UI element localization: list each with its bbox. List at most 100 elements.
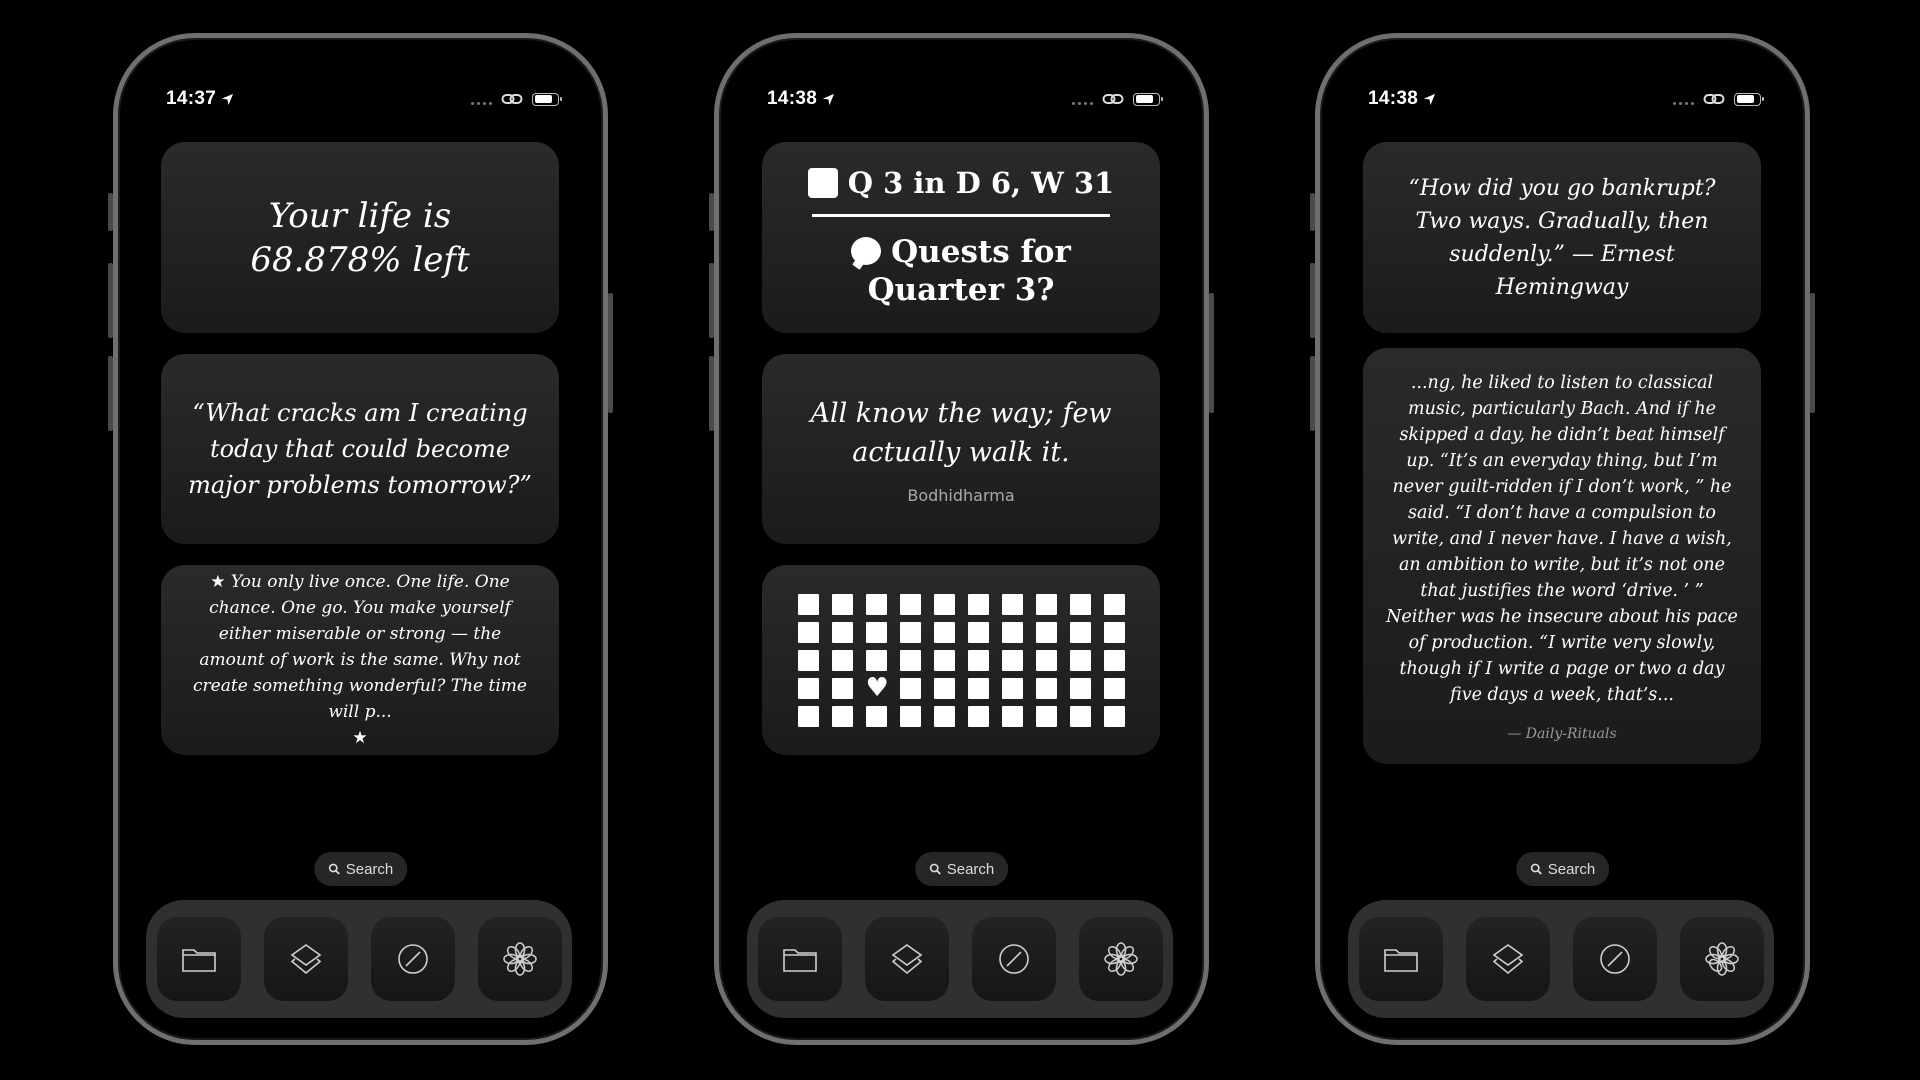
- bodhidharma-author: Bodhidharma: [907, 485, 1015, 505]
- cracks-quote-widget[interactable]: “What cracks am I creating today that co…: [161, 354, 559, 544]
- grid-cell: [967, 621, 989, 643]
- hemingway-quote-widget[interactable]: “How did you go bankrupt? Two ways. Grad…: [1363, 142, 1761, 333]
- folder-icon: [181, 949, 216, 972]
- dock-app-layers[interactable]: [263, 917, 348, 1001]
- grid-cell: [797, 677, 819, 699]
- grid-cell: [1103, 621, 1125, 643]
- grid-cell: [933, 677, 955, 699]
- search-label: Search: [946, 860, 995, 878]
- grid-cell: [865, 705, 887, 727]
- grid-cell: [1001, 677, 1023, 699]
- grid-cell: [967, 593, 989, 615]
- cracks-quote-text: “What cracks am I creating today that co…: [188, 399, 532, 499]
- dock-app-files[interactable]: [757, 917, 842, 1001]
- grid-cell: [865, 649, 887, 671]
- grid-cell: [933, 705, 955, 727]
- folder-icon: [782, 949, 817, 972]
- yolo-quote-text: You only live once. One life. One chance…: [193, 572, 527, 722]
- grid-cell: [967, 705, 989, 727]
- status-time: 14:37: [166, 88, 217, 109]
- grid-cell: [1103, 705, 1125, 727]
- grid-cell: [1035, 705, 1057, 727]
- flower-icon: [1704, 942, 1739, 976]
- link-icon: [1703, 94, 1725, 104]
- search-button[interactable]: Search: [1515, 852, 1610, 886]
- grid-cell: [831, 705, 853, 727]
- phone-2: 14:38 Q 3 in D 6, W 31 Quests for Quarte…: [709, 33, 1214, 1045]
- search-button[interactable]: Search: [313, 852, 408, 886]
- grid-cell: [831, 593, 853, 615]
- grid-cell: [797, 621, 819, 643]
- dock-app-flower[interactable]: [1078, 917, 1163, 1001]
- quest-header: Q 3 in D 6, W 31: [847, 166, 1115, 200]
- dock-app-files[interactable]: [156, 917, 241, 1001]
- status-bar: 14:37: [166, 84, 562, 114]
- layers-icon: [290, 944, 321, 975]
- dock-app-compass[interactable]: [370, 917, 455, 1001]
- signal-dots-icon: [471, 93, 492, 105]
- quest-prompt-line2: Quarter 3?: [867, 272, 1055, 308]
- grid-cell: [1069, 677, 1091, 699]
- grid-cell: [1069, 705, 1091, 727]
- dock-app-flower[interactable]: [1679, 917, 1764, 1001]
- dock-app-layers[interactable]: [1465, 917, 1550, 1001]
- battery-icon: [1734, 92, 1764, 106]
- link-icon: [1102, 94, 1124, 104]
- location-arrow-icon: [222, 93, 234, 105]
- grid-cell: [899, 649, 921, 671]
- grid-cell: [831, 621, 853, 643]
- grid-cell: [899, 705, 921, 727]
- yolo-quote-widget[interactable]: ★ You only live once. One life. One chan…: [161, 565, 559, 755]
- grid-cell: [831, 677, 853, 699]
- grid-cell: [933, 593, 955, 615]
- bodhidharma-quote-widget[interactable]: All know the way; few actually walk it. …: [762, 354, 1160, 544]
- grid-cell: [797, 593, 819, 615]
- checkbox-square-icon: [807, 168, 838, 198]
- grid-cell: [1069, 649, 1091, 671]
- star-icon: ★: [210, 572, 226, 592]
- dock-app-compass[interactable]: [1572, 917, 1657, 1001]
- status-bar: 14:38: [1368, 84, 1764, 114]
- search-button[interactable]: Search: [914, 852, 1009, 886]
- status-bar: 14:38: [767, 84, 1163, 114]
- progress-grid: ♥: [797, 593, 1125, 727]
- layers-icon: [1492, 944, 1523, 975]
- folder-icon: [1383, 949, 1418, 972]
- grid-cell: [1001, 621, 1023, 643]
- status-time: 14:38: [767, 88, 818, 109]
- location-arrow-icon: [823, 93, 835, 105]
- daily-rituals-source: — Daily-Rituals: [1507, 726, 1617, 742]
- dock-app-layers[interactable]: [864, 917, 949, 1001]
- layers-icon: [891, 944, 922, 975]
- daily-rituals-text: ...ng, he liked to listen to classical m…: [1386, 373, 1738, 705]
- signal-dots-icon: [1673, 93, 1694, 105]
- compass-icon: [998, 944, 1029, 974]
- grid-cell: [1035, 649, 1057, 671]
- grid-cell: [1103, 677, 1125, 699]
- flower-icon: [502, 942, 537, 976]
- search-icon: [1530, 863, 1542, 875]
- phone-3: 14:38 “How did you go bankrupt? Two ways…: [1310, 33, 1815, 1045]
- grid-cell: [967, 649, 989, 671]
- grid-cell: [1069, 621, 1091, 643]
- dock-app-compass[interactable]: [971, 917, 1056, 1001]
- status-time: 14:38: [1368, 88, 1419, 109]
- quest-widget[interactable]: Q 3 in D 6, W 31 Quests for Quarter 3?: [762, 142, 1160, 333]
- daily-rituals-widget[interactable]: ...ng, he liked to listen to classical m…: [1363, 348, 1761, 764]
- quest-prompt-line1: Quests for: [891, 234, 1071, 270]
- progress-grid-widget[interactable]: ♥: [762, 565, 1160, 755]
- dock: [146, 900, 572, 1018]
- grid-cell: [865, 621, 887, 643]
- grid-cell: [899, 593, 921, 615]
- grid-cell: [1001, 593, 1023, 615]
- battery-icon: [532, 92, 562, 106]
- grid-cell: [1103, 649, 1125, 671]
- grid-cell: [899, 677, 921, 699]
- dock-app-flower[interactable]: [477, 917, 562, 1001]
- dock-app-files[interactable]: [1358, 917, 1443, 1001]
- life-left-widget[interactable]: Your life is 68.878% left: [161, 142, 559, 333]
- speech-bubble-icon: [851, 237, 882, 265]
- phone-1: 14:37 Your life is 68.878% left “What cr…: [108, 33, 613, 1045]
- search-icon: [929, 863, 941, 875]
- heart-icon: ♥: [865, 672, 889, 703]
